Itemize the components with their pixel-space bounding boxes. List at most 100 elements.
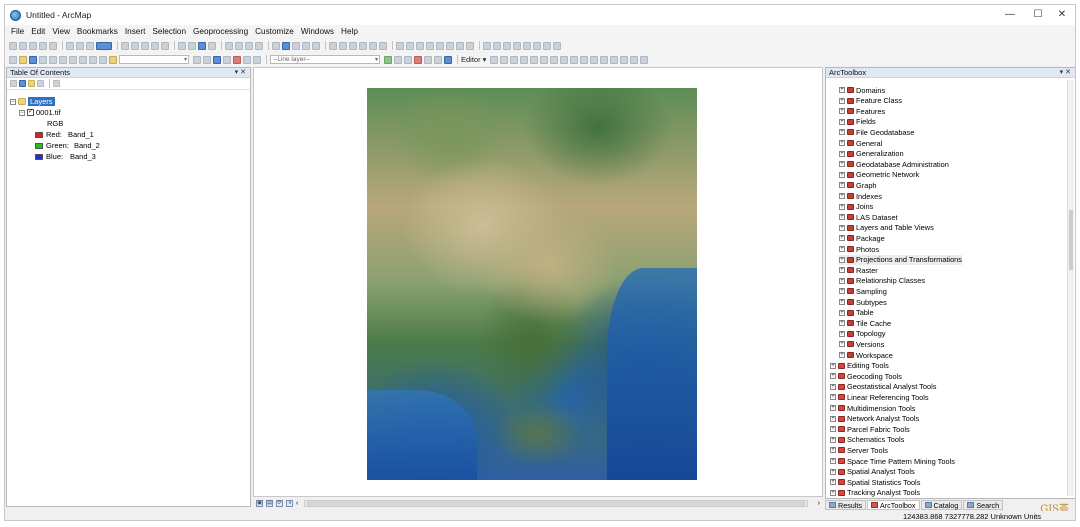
list-by-source-icon[interactable]: [19, 80, 26, 87]
toolbar-button[interactable]: [560, 55, 569, 64]
toolbar-button[interactable]: [193, 55, 201, 64]
expand-icon[interactable]: +: [839, 182, 845, 189]
toolset-item[interactable]: + Table: [839, 308, 874, 318]
help-icon[interactable]: [444, 55, 452, 64]
toolbar-button[interactable]: [523, 41, 531, 50]
list-by-selection-icon[interactable]: [37, 80, 44, 87]
list-by-drawing-order-icon[interactable]: [10, 80, 17, 87]
toolbar-button[interactable]: [426, 41, 434, 50]
expand-icon[interactable]: +: [830, 415, 836, 422]
toolbox-item[interactable]: + Spatial Statistics Tools: [830, 477, 920, 487]
tab-catalog[interactable]: Catalog: [920, 500, 963, 510]
options-icon[interactable]: [53, 80, 60, 87]
menu-windows[interactable]: Windows: [301, 27, 334, 36]
toolbar-button[interactable]: [394, 55, 402, 64]
list-by-visibility-icon[interactable]: [28, 80, 35, 87]
toolset-item[interactable]: + Projections and Transformations: [839, 254, 962, 265]
toolbar-button[interactable]: [151, 41, 159, 50]
toolbar-button[interactable]: [121, 41, 129, 50]
toolbar-button[interactable]: [19, 41, 27, 50]
toolbar-button[interactable]: [620, 55, 629, 64]
toolset-item[interactable]: + Raster: [839, 265, 878, 275]
data-view-icon[interactable]: ▣: [256, 500, 263, 507]
expand-icon[interactable]: +: [830, 436, 836, 443]
expand-icon[interactable]: +: [839, 246, 845, 252]
toolbar-button[interactable]: [292, 41, 300, 50]
toolbar-button[interactable]: [396, 41, 404, 50]
undo-icon[interactable]: [89, 55, 97, 64]
toolbar-button[interactable]: [543, 41, 551, 50]
toolbar-button[interactable]: [243, 55, 251, 64]
delete-icon[interactable]: [79, 55, 87, 64]
expand-icon[interactable]: +: [830, 373, 836, 380]
toolbox-item[interactable]: + Parcel Fabric Tools: [830, 424, 910, 434]
toolbar-button[interactable]: [510, 55, 519, 64]
expand-icon[interactable]: +: [839, 118, 845, 125]
toolbar-button[interactable]: [500, 55, 509, 64]
expand-icon[interactable]: +: [839, 224, 845, 231]
expand-icon[interactable]: +: [839, 161, 845, 168]
layer-name[interactable]: 0001.tif: [36, 108, 61, 117]
expand-icon[interactable]: +: [839, 309, 845, 316]
paste-icon[interactable]: [69, 55, 77, 64]
expand-icon[interactable]: +: [839, 171, 845, 178]
toolbar-button[interactable]: [540, 55, 549, 64]
toolbar-button[interactable]: [600, 55, 609, 64]
toolset-item[interactable]: + Subtypes: [839, 297, 887, 307]
expand-icon[interactable]: +: [839, 214, 845, 221]
map-scale-combo[interactable]: [119, 55, 189, 64]
vertical-scrollbar[interactable]: [1067, 80, 1074, 496]
toolset-item[interactable]: + Fields: [839, 117, 876, 127]
toolbar-button[interactable]: [235, 41, 243, 50]
toolset-item[interactable]: + Layers and Table Views: [839, 223, 934, 233]
toolset-item[interactable]: + Geodatabase Administration: [839, 159, 949, 169]
toolset-item[interactable]: + Photos: [839, 244, 879, 254]
toolset-item[interactable]: + Joins: [839, 202, 873, 212]
toolbox-item[interactable]: + Spatial Analyst Tools: [830, 467, 915, 477]
toolbar-button[interactable]: [483, 41, 491, 50]
toolbar-button[interactable]: [86, 41, 94, 50]
menu-bookmarks[interactable]: Bookmarks: [77, 27, 118, 36]
menu-edit[interactable]: Edit: [31, 27, 45, 36]
print-icon[interactable]: [39, 55, 47, 64]
redo-icon[interactable]: [99, 55, 107, 64]
toolbar-button[interactable]: [406, 41, 414, 50]
menu-geoprocessing[interactable]: Geoprocessing: [193, 27, 248, 36]
identify-icon[interactable]: [282, 41, 290, 50]
zoom-in-icon[interactable]: [178, 41, 186, 50]
toolbar-button[interactable]: [49, 41, 57, 50]
expand-icon[interactable]: +: [839, 288, 845, 295]
toolbar-button[interactable]: [466, 41, 474, 50]
expand-icon[interactable]: +: [839, 341, 845, 348]
expand-icon[interactable]: +: [839, 203, 845, 210]
toolbar-button[interactable]: [255, 41, 263, 50]
expand-icon[interactable]: +: [830, 362, 836, 369]
cut-icon[interactable]: [49, 55, 57, 64]
toolbar-button[interactable]: [570, 55, 579, 64]
toolbox-item[interactable]: + Server Tools: [830, 445, 888, 455]
toolbar-button[interactable]: [225, 41, 233, 50]
menu-insert[interactable]: Insert: [125, 27, 145, 36]
toolset-item[interactable]: + Package: [839, 233, 885, 243]
toolbar-button[interactable]: [312, 41, 320, 50]
toolbox-item[interactable]: + Linear Referencing Tools: [830, 392, 929, 402]
toolbar-button[interactable]: [39, 41, 47, 50]
toc-root-label[interactable]: Layers: [28, 97, 55, 106]
tab-results[interactable]: Results: [825, 500, 866, 510]
collapse-icon[interactable]: −: [19, 109, 25, 116]
toolbar-button[interactable]: [349, 41, 357, 50]
toolset-item[interactable]: + Graph: [839, 180, 877, 190]
toolbar-button[interactable]: [253, 55, 261, 64]
menu-view[interactable]: View: [52, 27, 70, 36]
toolbar-button[interactable]: [76, 41, 84, 50]
pause-drawing-icon[interactable]: ॥: [286, 500, 293, 507]
expand-icon[interactable]: +: [830, 447, 836, 454]
toolbox-item[interactable]: + Multidimension Tools: [830, 403, 915, 413]
horizontal-scrollbar[interactable]: [304, 500, 808, 507]
collapse-icon[interactable]: −: [10, 98, 16, 105]
expand-icon[interactable]: +: [830, 405, 836, 411]
expand-icon[interactable]: +: [839, 267, 845, 274]
expand-icon[interactable]: +: [830, 458, 836, 464]
toolbar-button[interactable]: [580, 55, 589, 64]
menu-customize[interactable]: Customize: [255, 27, 294, 36]
